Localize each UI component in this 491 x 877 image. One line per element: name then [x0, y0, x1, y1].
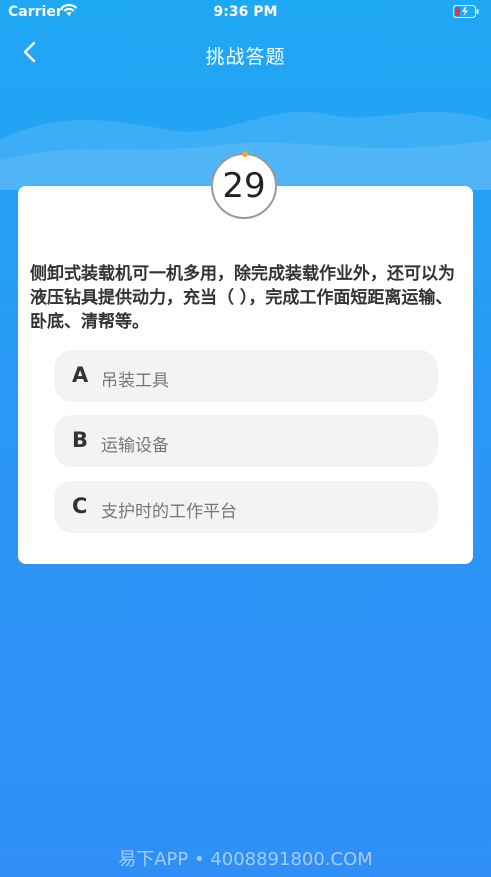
option-letter: C [72, 494, 88, 518]
status-time: 9:36 PM [213, 4, 278, 20]
question-text: 侧卸式装载机可一机多用，除完成装载作业外，还可以为液压钻具提供动力，充当（ ），… [30, 264, 455, 332]
option-b[interactable]: B 运输设备 [54, 415, 438, 467]
timer-progress-dot [242, 151, 248, 157]
option-letter: B [72, 428, 89, 452]
countdown-timer: 29 [211, 153, 277, 219]
option-text: 运输设备 [101, 436, 169, 456]
option-letter: A [72, 363, 89, 387]
option-c[interactable]: C 支护时的工作平台 [54, 481, 438, 533]
watermark: 易下APP • 4008891800.COM [118, 849, 373, 870]
status-bar: Carrier 9:36 PM [0, 0, 491, 26]
battery-charging-icon [453, 5, 479, 22]
option-text: 吊装工具 [101, 371, 169, 391]
timer-value: 29 [222, 166, 266, 206]
option-text: 支护时的工作平台 [101, 502, 237, 522]
option-a[interactable]: A 吊装工具 [54, 350, 438, 402]
page-title: 挑战答题 [205, 46, 286, 68]
